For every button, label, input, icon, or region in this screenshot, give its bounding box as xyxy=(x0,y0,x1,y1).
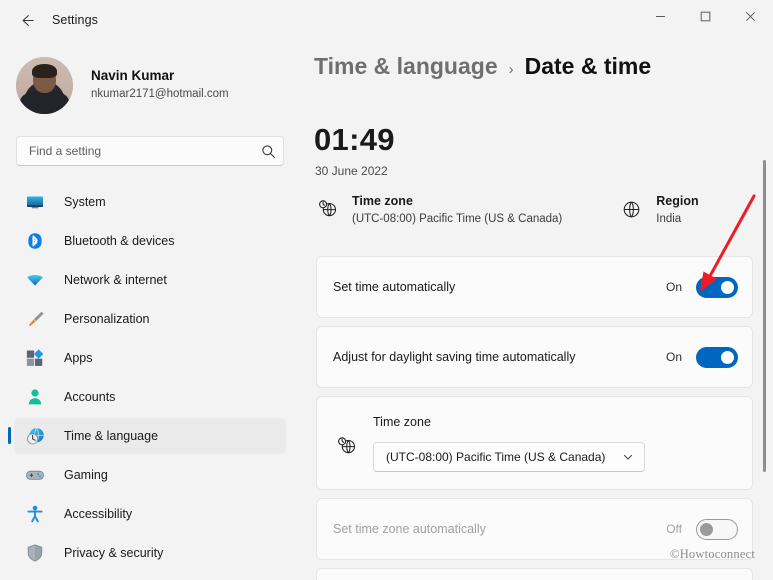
person-icon xyxy=(24,386,46,408)
sidebar-item-label: Apps xyxy=(64,351,93,365)
timezone-summary-title: Time zone xyxy=(352,194,413,208)
title-bar: Settings xyxy=(0,0,773,40)
set-timezone-automatically-state: Off xyxy=(666,522,682,536)
set-time-automatically-row[interactable]: Set time automatically On xyxy=(316,256,753,318)
settings-window: Settings xyxy=(0,0,773,580)
app-title: Settings xyxy=(52,13,98,27)
sidebar-item-label: Time & language xyxy=(64,429,158,443)
shield-icon xyxy=(24,542,46,564)
breadcrumb-parent[interactable]: Time & language xyxy=(314,53,498,80)
set-timezone-automatically-label: Set time zone automatically xyxy=(333,520,486,538)
timezone-dropdown-value: (UTC-08:00) Pacific Time (US & Canada) xyxy=(386,450,605,464)
content-scrollbar[interactable] xyxy=(759,88,769,580)
timezone-picker-row: Time zone (UTC-08:00) Pacific Time (US &… xyxy=(316,396,753,490)
sidebar-item-label: Personalization xyxy=(64,312,149,326)
back-button[interactable] xyxy=(10,5,44,35)
sidebar: Navin Kumar nkumar2171@hotmail.com xyxy=(0,40,300,580)
clock-globe-icon xyxy=(24,425,46,447)
sidebar-item-label: Accessibility xyxy=(64,507,132,521)
daylight-saving-row[interactable]: Adjust for daylight saving time automati… xyxy=(316,326,753,388)
monitor-icon xyxy=(24,191,46,213)
set-time-automatically-toggle[interactable] xyxy=(696,277,738,298)
set-time-automatically-state: On xyxy=(666,280,682,294)
set-time-automatically-label: Set time automatically xyxy=(333,278,455,296)
account-card[interactable]: Navin Kumar nkumar2171@hotmail.com xyxy=(14,51,286,119)
sidebar-item-apps[interactable]: Apps xyxy=(14,340,286,376)
sidebar-item-label: Privacy & security xyxy=(64,546,163,560)
sidebar-nav: System Bluetooth & devices xyxy=(14,184,286,574)
accessibility-icon xyxy=(24,503,46,525)
wifi-icon xyxy=(24,269,46,291)
sidebar-item-network-internet[interactable]: Network & internet xyxy=(14,262,286,298)
close-button[interactable] xyxy=(728,0,773,32)
timezone-picker-label: Time zone xyxy=(373,415,645,429)
sidebar-item-label: System xyxy=(64,195,106,209)
paintbrush-icon xyxy=(24,308,46,330)
region-summary-value: India xyxy=(656,213,698,225)
minimize-icon xyxy=(655,11,666,22)
globe-icon xyxy=(618,196,644,222)
sidebar-item-personalization[interactable]: Personalization xyxy=(14,301,286,337)
region-summary: Region India xyxy=(618,192,698,225)
content-pane: Time & language › Date & time 01:49 30 J… xyxy=(300,40,773,580)
search-input[interactable] xyxy=(17,144,253,158)
account-name: Navin Kumar xyxy=(91,68,229,85)
breadcrumb: Time & language › Date & time xyxy=(314,53,651,80)
sidebar-item-privacy-security[interactable]: Privacy & security xyxy=(14,535,286,571)
next-setting-row-partial[interactable] xyxy=(316,568,753,580)
sidebar-item-gaming[interactable]: Gaming xyxy=(14,457,286,493)
clock-globe-icon xyxy=(333,433,359,459)
daylight-saving-toggle[interactable] xyxy=(696,347,738,368)
sidebar-item-label: Network & internet xyxy=(64,273,167,287)
timezone-dropdown[interactable]: (UTC-08:00) Pacific Time (US & Canada) xyxy=(373,442,645,472)
watermark: ©Howtoconnect xyxy=(670,547,755,562)
sidebar-item-time-language[interactable]: Time & language xyxy=(14,418,286,454)
breadcrumb-separator: › xyxy=(509,61,514,78)
caption-buttons xyxy=(638,0,773,40)
back-arrow-icon xyxy=(19,12,36,29)
set-timezone-automatically-toggle xyxy=(696,519,738,540)
sidebar-item-accounts[interactable]: Accounts xyxy=(14,379,286,415)
maximize-icon xyxy=(700,11,711,22)
scrollbar-thumb[interactable] xyxy=(763,160,766,472)
clock-globe-icon xyxy=(314,196,340,222)
sidebar-item-label: Bluetooth & devices xyxy=(64,234,175,248)
daylight-saving-label: Adjust for daylight saving time automati… xyxy=(333,348,575,366)
gamepad-icon xyxy=(24,464,46,486)
settings-cards: Set time automatically On Adjust for day… xyxy=(316,256,753,580)
sidebar-item-system[interactable]: System xyxy=(14,184,286,220)
maximize-button[interactable] xyxy=(683,0,728,32)
account-email: nkumar2171@hotmail.com xyxy=(91,87,229,101)
timezone-summary: Time zone (UTC-08:00) Pacific Time (US &… xyxy=(314,192,562,225)
chevron-down-icon xyxy=(622,451,634,463)
current-time: 01:49 xyxy=(314,122,395,158)
sidebar-item-bluetooth-devices[interactable]: Bluetooth & devices xyxy=(14,223,286,259)
bluetooth-icon xyxy=(24,230,46,252)
minimize-button[interactable] xyxy=(638,0,683,32)
summary-info-row: Time zone (UTC-08:00) Pacific Time (US &… xyxy=(314,192,754,225)
region-summary-title: Region xyxy=(656,194,698,208)
daylight-saving-state: On xyxy=(666,350,682,364)
apps-icon xyxy=(24,347,46,369)
current-date: 30 June 2022 xyxy=(315,164,388,178)
timezone-summary-value: (UTC-08:00) Pacific Time (US & Canada) xyxy=(352,213,562,225)
page-title: Date & time xyxy=(525,53,652,80)
search-icon xyxy=(253,144,283,159)
search-box[interactable] xyxy=(16,136,284,166)
sidebar-item-label: Gaming xyxy=(64,468,108,482)
close-icon xyxy=(745,11,756,22)
sidebar-item-accessibility[interactable]: Accessibility xyxy=(14,496,286,532)
sidebar-item-label: Accounts xyxy=(64,390,115,404)
avatar xyxy=(16,57,73,114)
